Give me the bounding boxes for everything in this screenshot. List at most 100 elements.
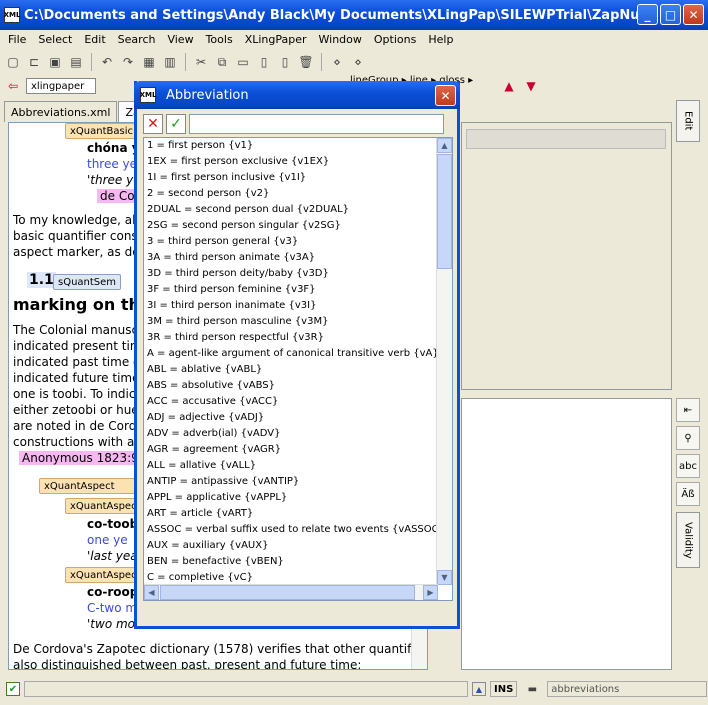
abbreviation-item[interactable]: ACC = accusative {vACC} [144,394,452,410]
tag-squantsem[interactable]: sQuantSem [53,274,122,290]
abbreviation-item[interactable]: 3 = third person general {v3} [144,234,452,250]
filter-input[interactable] [189,114,444,134]
spell-options-icon[interactable]: Äß [676,482,700,506]
toolbar-separator [321,53,322,71]
paste-after-icon[interactable]: ▯ [276,53,294,71]
scroll-thumb[interactable] [437,154,452,269]
tag-xquantbasic[interactable]: xQuantBasic [65,123,138,139]
navigate-down-icon[interactable]: ▼ [522,77,540,95]
abbreviation-item[interactable]: 1I = first person inclusive {v1I} [144,170,452,186]
menu-window[interactable]: Window [313,33,368,46]
abbreviation-item[interactable]: AUX = auxiliary {vAUX} [144,538,452,554]
dialog-close-button[interactable]: ✕ [435,85,456,106]
example-translation: 'three ye [87,173,141,187]
attribute-value-field[interactable] [466,129,666,149]
preview-icon[interactable]: ▥ [161,53,179,71]
spellcheck-icon[interactable]: abc [676,454,700,478]
valid-check-icon[interactable]: ✔ [6,682,20,696]
accept-icon[interactable]: ✓ [166,114,186,134]
tab-abbreviations[interactable]: Abbreviations.xml [4,101,118,122]
insert-icon[interactable]: ⇤ [676,398,700,422]
abbreviation-item[interactable]: ALL = allative {vALL} [144,458,452,474]
path-root[interactable]: xlingpaper [26,78,96,94]
scroll-up-icon[interactable]: ▲ [472,682,486,696]
paragraph-line: are noted in de Corda [13,419,144,433]
scroll-up-arrow-icon[interactable]: ▲ [437,138,452,153]
menu-xlingpaper[interactable]: XLingPaper [239,33,313,46]
cancel-icon[interactable]: ✕ [143,114,163,134]
status-bar: ✔ ▲ INS ▬ abbreviations [0,678,708,700]
menu-view[interactable]: View [161,33,199,46]
scroll-right-arrow-icon[interactable]: ▶ [423,585,438,600]
abbreviation-item[interactable]: ADJ = adjective {vADJ} [144,410,452,426]
abbreviation-item[interactable]: A = agent-like argument of canonical tra… [144,346,452,362]
abbreviation-item[interactable]: ABS = absolutive {vABS} [144,378,452,394]
abbreviation-item[interactable]: 3R = third person respectful {v3R} [144,330,452,346]
abbreviation-item[interactable]: ADV = adverb(ial) {vADV} [144,426,452,442]
copy-icon[interactable]: ⧉ [213,53,231,71]
abbreviation-item[interactable]: 2SG = second person singular {v2SG} [144,218,452,234]
save-icon[interactable]: ▣ [46,53,64,71]
minimize-button[interactable]: _ [637,4,658,25]
list-horizontal-scrollbar[interactable]: ◀ ▶ [144,584,438,600]
undo-icon[interactable]: ↶ [98,53,116,71]
list-vertical-scrollbar[interactable]: ▲ ▼ [436,138,452,585]
redo-icon[interactable]: ↷ [119,53,137,71]
abbreviation-item[interactable]: 3F = third person feminine {v3F} [144,282,452,298]
back-arrow-icon[interactable]: ⇦ [4,77,22,95]
scroll-left-arrow-icon[interactable]: ◀ [144,585,159,600]
menu-file[interactable]: File [2,33,32,46]
abbreviation-item[interactable]: APPL = applicative {vAPPL} [144,490,452,506]
menu-select[interactable]: Select [32,33,78,46]
abbreviation-item[interactable]: 2 = second person {v2} [144,186,452,202]
abbreviation-item[interactable]: AGR = agreement {vAGR} [144,442,452,458]
horizontal-scroll-thumb[interactable] [160,585,415,600]
print-icon[interactable]: ▦ [140,53,158,71]
abbreviation-item[interactable]: ART = article {vART} [144,506,452,522]
briefcase-icon[interactable]: ▬ [521,682,543,696]
abbreviation-item[interactable]: ANTIP = antipassive {vANTIP} [144,474,452,490]
promote-icon[interactable]: ⋄ [328,53,346,71]
scroll-down-arrow-icon[interactable]: ▼ [437,570,452,585]
paragraph-line: indicated past time or [13,355,146,369]
tag-xquantaspect[interactable]: xQuantAspect [39,478,135,494]
abbreviation-item[interactable]: 3I = third person inanimate {v3I} [144,298,452,314]
abbreviation-item[interactable]: 1 = first person {v1} [144,138,452,154]
xml-app-icon: XML [140,87,156,103]
menu-help[interactable]: Help [422,33,459,46]
find-icon[interactable]: ⚲ [676,426,700,450]
demote-icon[interactable]: ⋄ [349,53,367,71]
citation-de-cordova[interactable]: de Co [97,189,138,203]
abbreviation-item[interactable]: 1EX = first person exclusive {v1EX} [144,154,452,170]
maximize-button[interactable]: □ [660,4,681,25]
tab-edit[interactable]: Edit [676,100,700,142]
delete-icon[interactable]: 🗑 [297,53,315,71]
menu-search[interactable]: Search [112,33,162,46]
abbreviation-item[interactable]: 2DUAL = second person dual {v2DUAL} [144,202,452,218]
paste-icon[interactable]: ▭ [234,53,252,71]
abbreviation-item[interactable]: ASSOC = verbal suffix used to relate two… [144,522,452,538]
toolbar-separator [185,53,186,71]
paragraph-line: The Colonial manuscri [13,323,147,337]
save-all-icon[interactable]: ▤ [67,53,85,71]
abbreviation-list[interactable]: 1 = first person {v1} 1EX = first person … [143,137,453,601]
abbreviation-item[interactable]: ABL = ablative {vABL} [144,362,452,378]
navigate-up-icon[interactable]: ▲ [500,77,518,95]
cut-icon[interactable]: ✂ [192,53,210,71]
tab-validity[interactable]: Validity [676,512,700,568]
close-button[interactable]: ✕ [683,4,704,25]
menu-edit[interactable]: Edit [78,33,111,46]
menu-options[interactable]: Options [368,33,422,46]
new-file-icon[interactable]: ▢ [4,53,22,71]
menu-tools[interactable]: Tools [200,33,239,46]
abbreviation-item[interactable]: BEN = benefactive {vBEN} [144,554,452,570]
abbreviation-item[interactable]: 3A = third person animate {v3A} [144,250,452,266]
example-translation: 'last yea [87,549,138,563]
open-file-icon[interactable]: ⊏ [25,53,43,71]
abbreviation-item[interactable]: 3M = third person masculine {v3M} [144,314,452,330]
tab-validity-label: Validity [682,521,694,559]
abbreviation-item[interactable]: 3D = third person deity/baby {v3D} [144,266,452,282]
citation-anonymous[interactable]: Anonymous 1823:9 [19,451,142,465]
menu-bar: File Select Edit Search View Tools XLing… [0,30,708,48]
paste-before-icon[interactable]: ▯ [255,53,273,71]
